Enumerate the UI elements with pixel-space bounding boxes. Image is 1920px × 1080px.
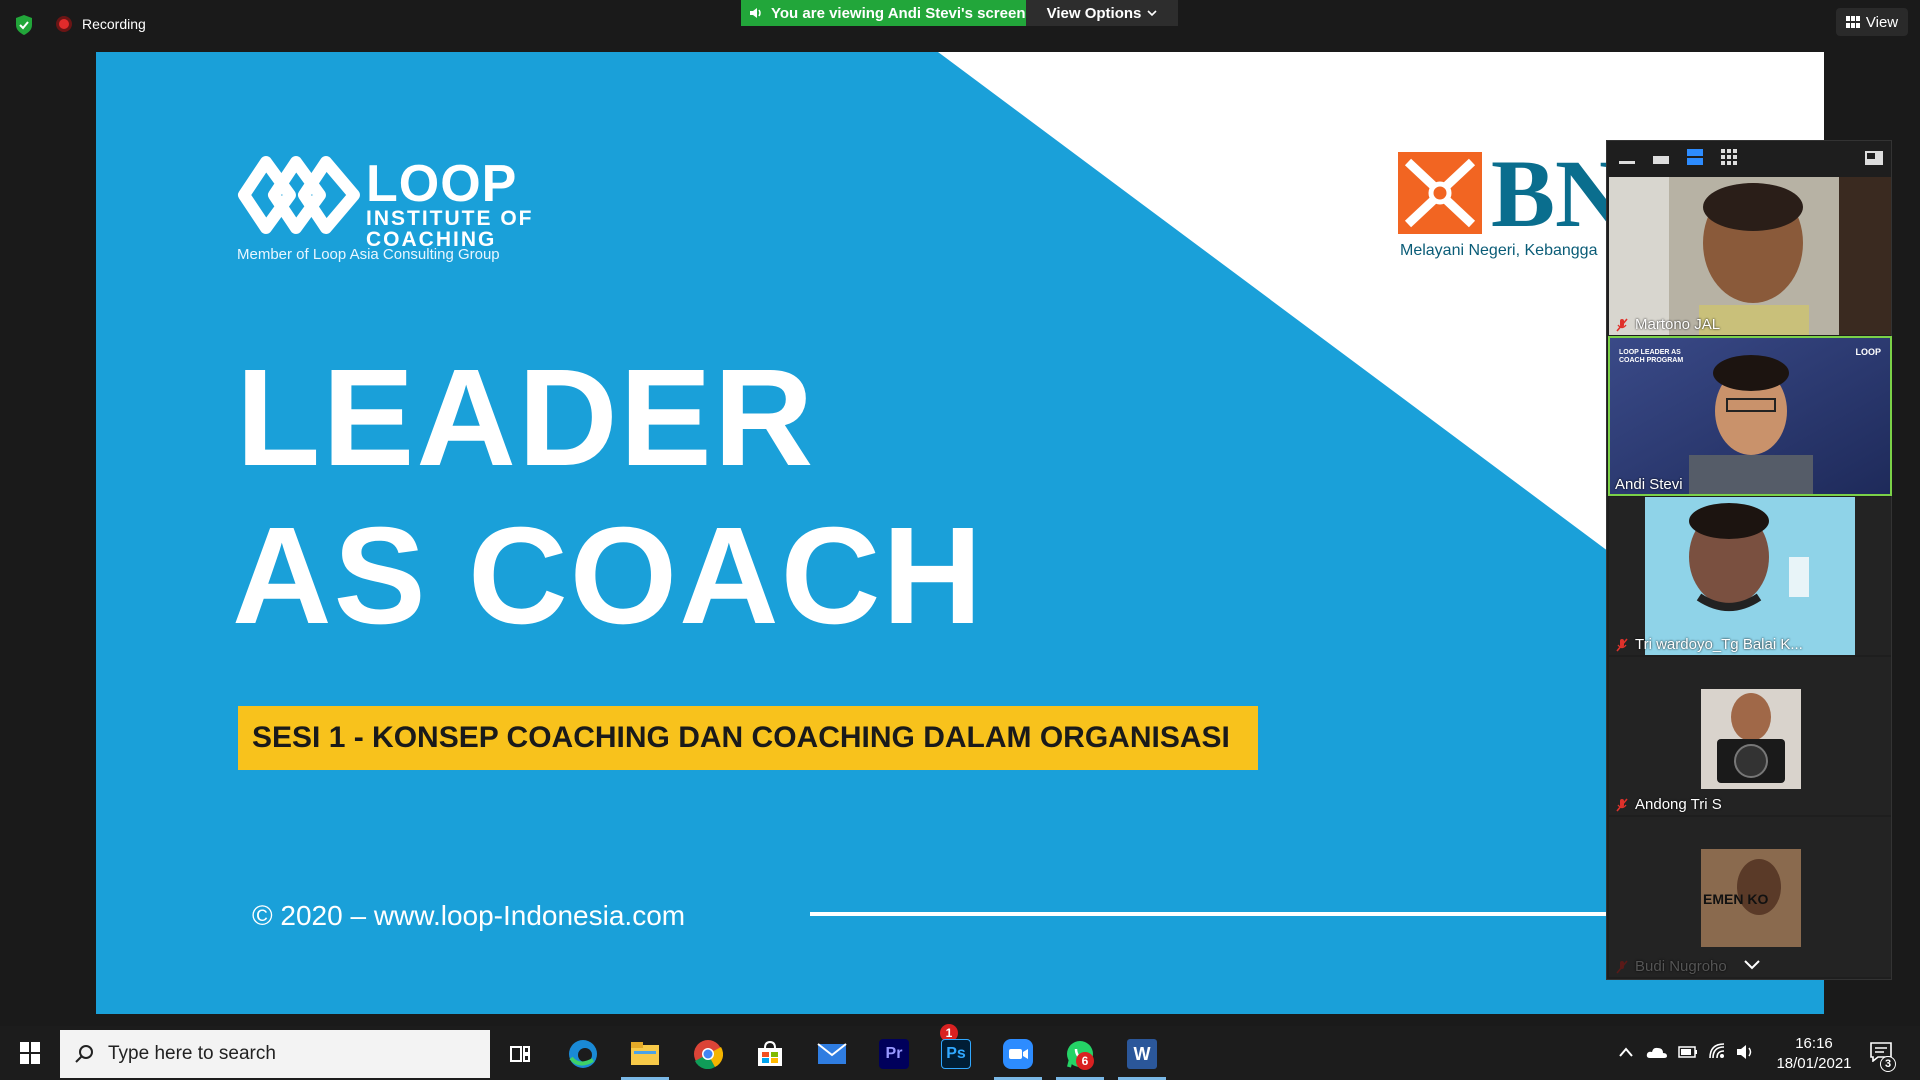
participant-name: Andong Tri S (1615, 796, 1722, 813)
clock-date: 18/01/2021 (1776, 1055, 1852, 1072)
edge-icon[interactable] (563, 1034, 603, 1074)
shared-screen-slide: LOOP INSTITUTE OF COACHING Member of Loo… (96, 52, 1824, 1014)
bni-logo-icon (1398, 152, 1482, 234)
viewing-screen-banner: You are viewing Andi Stevi's screen (741, 0, 1026, 26)
participant-tile-andong[interactable]: Andong Tri S (1609, 657, 1891, 815)
mic-muted-icon (1616, 637, 1628, 652)
windows-start-icon[interactable] (10, 1040, 50, 1066)
bni-tagline: Melayani Negeri, Kebangga (1400, 242, 1598, 259)
chevron-down-icon[interactable] (1743, 959, 1761, 971)
premiere-icon[interactable]: Pr (874, 1034, 914, 1074)
zoom-top-bar: Recording You are viewing Andi Stevi's s… (0, 0, 1920, 50)
session-title: SESI 1 - KONSEP COACHING DAN COACHING DA… (252, 721, 1230, 754)
task-view-icon[interactable] (500, 1034, 540, 1074)
onedrive-icon[interactable] (1646, 1044, 1668, 1060)
taskbar-search-box[interactable]: Type here to search (60, 1030, 490, 1078)
word-icon[interactable]: W (1122, 1034, 1162, 1074)
recording-indicator: Recording (56, 16, 146, 32)
photoshop-icon[interactable]: Ps (936, 1034, 976, 1074)
clock-time: 16:16 (1795, 1035, 1833, 1052)
speaker-view-icon[interactable] (1687, 149, 1703, 167)
participant-name: Tri wardoyo_Tg Balai K... (1615, 636, 1803, 653)
whatsapp-badge: 6 (1076, 1052, 1094, 1070)
recording-dot-icon (56, 16, 72, 32)
participant-video (1609, 497, 1891, 655)
thumb-logo: LOOP (1855, 347, 1881, 357)
mail-icon[interactable] (812, 1034, 852, 1074)
file-explorer-icon[interactable] (625, 1034, 665, 1074)
grid-icon (1845, 16, 1860, 28)
participant-tile-budi[interactable]: EMEN KO Budi Nugroho (1609, 817, 1891, 977)
loop-logo-icon (238, 156, 360, 234)
battery-icon[interactable] (1678, 1046, 1698, 1058)
participant-tile-tri-wardoyo[interactable]: Tri wardoyo_Tg Balai K... (1609, 497, 1891, 655)
mic-muted-icon (1616, 959, 1628, 974)
mic-muted-icon (1616, 317, 1628, 332)
speaker-icon (750, 8, 761, 18)
slide-copyright: © 2020 – www.loop-Indonesia.com (252, 900, 686, 931)
logo-main: LOOP (366, 155, 518, 213)
volume-icon[interactable] (1736, 1043, 1756, 1061)
windows-taskbar: Type here to search 1 Pr Ps 6 W 16:16 18… (0, 1024, 1920, 1080)
chevron-up-icon[interactable] (1618, 1046, 1634, 1058)
participant-tile-martono[interactable]: Martono JAL (1609, 177, 1891, 335)
slide-title-line-2: AS COACH (232, 499, 985, 653)
logo-sub-1: INSTITUTE OF (366, 207, 534, 230)
chevron-down-icon (1147, 10, 1157, 17)
gallery-view-icon[interactable] (1721, 149, 1737, 165)
participant-name: Martono JAL (1615, 316, 1720, 333)
search-icon (75, 1045, 93, 1063)
search-placeholder: Type here to search (108, 1043, 276, 1064)
participant-name: Andi Stevi (1615, 476, 1683, 493)
slide-title-line-1: LEADER (236, 341, 816, 495)
hide-video-icon[interactable] (1653, 153, 1669, 165)
viewing-banner-text: You are viewing Andi Stevi's screen (771, 4, 1026, 22)
participant-gallery: Martono JAL LOOP LEADER AS COACH PROGRAM… (1606, 140, 1892, 980)
participant-video (1609, 657, 1891, 815)
notification-badge: 3 (1880, 1056, 1896, 1072)
exit-fullscreen-icon[interactable] (1865, 151, 1883, 165)
view-label: View (1865, 13, 1899, 31)
microsoft-store-icon[interactable] (750, 1034, 790, 1074)
wifi-icon[interactable] (1708, 1042, 1728, 1060)
zoom-icon[interactable] (998, 1034, 1038, 1074)
chrome-icon[interactable] (688, 1034, 728, 1074)
participant-name: Budi Nugroho (1615, 958, 1727, 975)
view-options-label: View Options (1046, 4, 1142, 22)
bni-logo-text: BN (1491, 140, 1625, 247)
participant-video (1609, 177, 1891, 335)
taskbar-clock[interactable]: 16:16 18/01/2021 (1764, 1034, 1864, 1074)
view-options-button[interactable]: View Options (1026, 0, 1178, 26)
participant-tile-andi-stevi[interactable]: LOOP LEADER AS COACH PROGRAM LOOP Andi S… (1608, 336, 1892, 496)
mic-muted-icon (1616, 797, 1628, 812)
zoom-meeting-window: Recording You are viewing Andi Stevi's s… (0, 0, 1920, 1080)
gallery-toolbar (1607, 141, 1891, 175)
shield-check-icon[interactable] (14, 14, 34, 36)
view-layout-button[interactable]: View (1836, 8, 1908, 36)
loop-logo-text: LOOP INSTITUTE OF COACHING (366, 155, 534, 250)
logo-member-text: Member of Loop Asia Consulting Group (237, 246, 500, 263)
recording-label: Recording (82, 16, 146, 32)
thumb-caption: LOOP LEADER AS COACH PROGRAM (1619, 349, 1684, 364)
session-band: SESI 1 - KONSEP COACHING DAN COACHING DA… (238, 706, 1258, 770)
minimize-icon[interactable] (1619, 153, 1635, 165)
tile-background-banner: EMEN KO (1703, 891, 1769, 907)
